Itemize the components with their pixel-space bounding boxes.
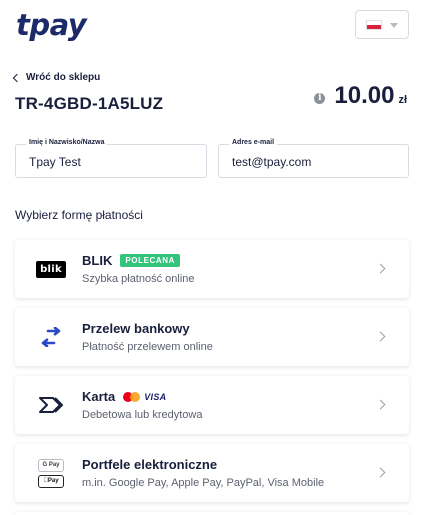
google-pay-icon: G Pay bbox=[38, 458, 64, 472]
back-to-shop-link[interactable]: Wróć do sklepu bbox=[12, 72, 101, 83]
tpay-logo: tpay bbox=[16, 8, 87, 42]
visa-icon: VISA bbox=[144, 391, 167, 402]
method-title-row: Karta VISA bbox=[82, 389, 166, 404]
method-title: Karta bbox=[82, 389, 116, 404]
recommended-badge: POLECANA bbox=[120, 254, 181, 267]
chevron-right-icon bbox=[375, 467, 386, 478]
method-subtitle: Szybka płatność online bbox=[82, 273, 195, 285]
email-field-label: Adres e-mail bbox=[229, 139, 278, 146]
email-field-value: test@tpay.com bbox=[232, 155, 312, 169]
name-field-label: Imię i Nazwisko/Nazwa bbox=[26, 139, 108, 146]
payment-method-card[interactable]: Karta VISA Debetowa lub kredytowa bbox=[15, 376, 409, 434]
amount-value: 10.00 bbox=[334, 82, 395, 109]
card-icon bbox=[33, 393, 69, 417]
amount-currency: zł bbox=[398, 94, 407, 106]
method-subtitle: Płatność przelewem online bbox=[82, 341, 213, 353]
payment-section-title: Wybierz formę płatności bbox=[15, 208, 143, 222]
method-title: Przelew bankowy bbox=[82, 321, 190, 336]
chevron-right-icon bbox=[375, 331, 386, 342]
payment-method-blik[interactable]: blik BLIK POLECANA Szybka płatność onlin… bbox=[15, 240, 409, 298]
card-brands: VISA bbox=[123, 391, 167, 402]
payment-method-wallets[interactable]: G Pay Pay Portfele elektroniczne m.in. … bbox=[15, 444, 409, 502]
poland-flag-icon bbox=[366, 20, 382, 30]
method-title: Portfele elektroniczne bbox=[82, 457, 218, 472]
apple-pay-icon: Pay bbox=[38, 474, 64, 488]
method-title: BLIK bbox=[82, 253, 113, 268]
wallets-icon: G Pay Pay bbox=[33, 454, 69, 492]
info-icon[interactable]: i bbox=[314, 92, 326, 104]
chevron-right-icon bbox=[375, 399, 386, 410]
chevron-right-icon bbox=[375, 263, 386, 274]
transfer-arrows-icon bbox=[33, 325, 69, 349]
language-selector[interactable] bbox=[355, 10, 409, 39]
method-subtitle: Debetowa lub kredytowa bbox=[82, 409, 203, 421]
email-field[interactable]: Adres e-mail test@tpay.com bbox=[218, 139, 409, 178]
blik-logo-icon: blik bbox=[33, 257, 69, 281]
chevron-left-icon bbox=[12, 73, 22, 82]
chevron-down-icon bbox=[390, 23, 398, 28]
name-field[interactable]: Imię i Nazwisko/Nazwa Tpay Test bbox=[15, 139, 207, 178]
back-label: Wróć do sklepu bbox=[26, 72, 101, 83]
name-field-value: Tpay Test bbox=[29, 155, 81, 169]
transaction-id: TR-4GBD-1A5LUZ bbox=[15, 94, 164, 113]
mastercard-icon bbox=[123, 391, 141, 402]
method-subtitle: m.in. Google Pay, Apple Pay, PayPal, Vis… bbox=[82, 477, 325, 489]
method-title-row: BLIK POLECANA bbox=[82, 253, 181, 268]
payment-method-bank-transfer[interactable]: Przelew bankowy Płatność przelewem onlin… bbox=[15, 308, 409, 366]
amount-display: i 10.00 zł bbox=[314, 82, 407, 110]
